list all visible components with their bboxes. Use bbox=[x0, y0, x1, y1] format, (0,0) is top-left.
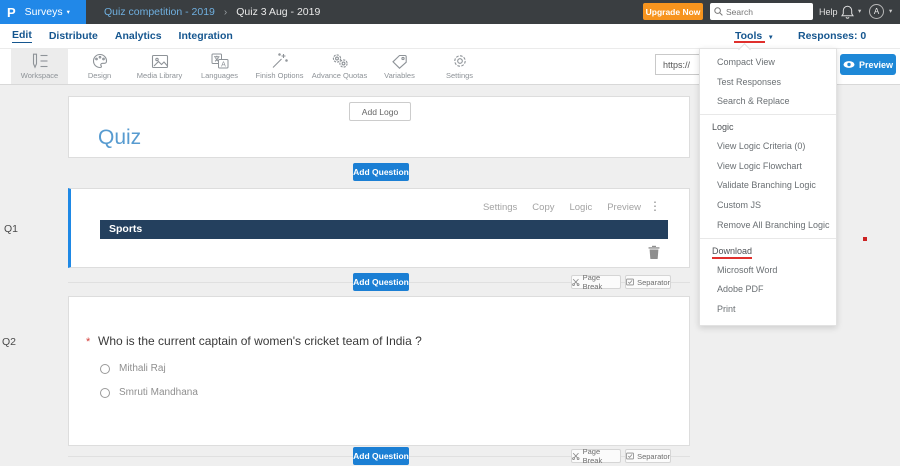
proprofs-logo-icon: P bbox=[7, 4, 16, 20]
question-preview-link[interactable]: Preview bbox=[607, 202, 641, 213]
chevron-down-icon: ▾ bbox=[66, 9, 70, 16]
magic-wand-icon bbox=[272, 53, 288, 68]
radio-button[interactable] bbox=[100, 387, 110, 398]
toolbar-item-media-library[interactable]: Media Library bbox=[131, 49, 188, 84]
tools-menu-button[interactable]: Tools ▾ bbox=[735, 24, 772, 48]
separator-button[interactable]: Separator bbox=[625, 275, 671, 289]
question-number-q2: Q2 bbox=[2, 336, 17, 348]
question-card-q2[interactable]: * Who is the current captain of women's … bbox=[68, 296, 690, 446]
add-question-button[interactable]: Add Question bbox=[353, 273, 409, 291]
main-nav-bar: Edit Distribute Analytics Integration To… bbox=[0, 24, 900, 48]
tag-icon bbox=[392, 54, 407, 69]
toolbar-item-languages[interactable]: A Languages bbox=[191, 49, 248, 84]
question-copy-link[interactable]: Copy bbox=[532, 202, 554, 213]
top-header-bar: P Surveys ▾ Quiz competition - 2019 › Qu… bbox=[0, 0, 900, 24]
tab-distribute[interactable]: Distribute bbox=[49, 24, 98, 48]
kebab-menu-icon[interactable]: ⋮ bbox=[649, 199, 661, 213]
svg-text:A: A bbox=[221, 61, 226, 68]
avatar[interactable]: A bbox=[869, 4, 884, 19]
answer-option-row: Mithali Raj bbox=[100, 363, 166, 374]
trash-icon[interactable] bbox=[648, 245, 660, 259]
search-input[interactable] bbox=[726, 6, 809, 17]
add-logo-button[interactable]: Add Logo bbox=[349, 102, 411, 121]
breadcrumb-current: Quiz 3 Aug - 2019 bbox=[236, 6, 321, 18]
menu-item-view-logic-criteria[interactable]: View Logic Criteria (0) bbox=[700, 137, 836, 157]
responses-count[interactable]: Responses: 0 bbox=[798, 24, 866, 48]
palette-icon bbox=[92, 53, 107, 69]
menu-divider bbox=[700, 237, 836, 239]
survey-title[interactable]: Quiz bbox=[98, 126, 141, 150]
checkbox-icon bbox=[626, 278, 634, 286]
help-link[interactable]: Help bbox=[819, 0, 838, 24]
menu-divider bbox=[700, 114, 836, 116]
toolbar-item-finish-options[interactable]: Finish Options bbox=[251, 49, 308, 84]
menu-item-validate-branching-logic[interactable]: Validate Branching Logic bbox=[700, 176, 836, 196]
menu-item-view-logic-flowchart[interactable]: View Logic Flowchart bbox=[700, 157, 836, 177]
menu-item-compact-view[interactable]: Compact View bbox=[700, 53, 836, 73]
tab-edit[interactable]: Edit bbox=[12, 24, 32, 48]
survey-header-card: Add Logo Quiz bbox=[68, 96, 690, 158]
add-question-button[interactable]: Add Question bbox=[353, 447, 409, 465]
question-card-q1[interactable]: Settings Copy Logic Preview ⋮ Sports bbox=[68, 188, 690, 268]
tab-analytics[interactable]: Analytics bbox=[115, 24, 162, 48]
section-title-bar[interactable]: Sports bbox=[100, 220, 668, 239]
toolbar-item-workspace[interactable]: Workspace bbox=[11, 49, 68, 84]
toolbar-item-settings[interactable]: Settings bbox=[431, 49, 488, 84]
chevron-down-icon[interactable]: ▾ bbox=[889, 0, 892, 24]
checkbox-icon bbox=[626, 452, 634, 460]
upgrade-now-button[interactable]: Upgrade Now bbox=[643, 3, 703, 20]
question-number-q1: Q1 bbox=[4, 223, 19, 235]
page-break-button[interactable]: Page Break bbox=[571, 447, 621, 465]
download-red-underline-annotation: Download bbox=[712, 245, 753, 259]
menu-item-custom-js[interactable]: Custom JS bbox=[700, 196, 836, 216]
breadcrumb-separator-icon: › bbox=[223, 6, 228, 18]
image-icon bbox=[151, 54, 168, 68]
search-icon bbox=[714, 7, 723, 16]
menu-section-logic: Logic bbox=[712, 122, 734, 133]
tools-red-underline-annotation bbox=[734, 41, 765, 43]
global-search bbox=[710, 3, 813, 20]
toolbar-item-variables[interactable]: Variables bbox=[371, 49, 428, 84]
red-dot-annotation bbox=[863, 237, 867, 241]
breadcrumb-parent[interactable]: Quiz competition - 2019 bbox=[104, 6, 215, 18]
menu-item-adobe-pdf[interactable]: Adobe PDF bbox=[700, 280, 836, 300]
gears-icon bbox=[332, 54, 348, 68]
add-question-button[interactable]: Add Question bbox=[353, 163, 409, 181]
tab-integration[interactable]: Integration bbox=[179, 24, 233, 48]
page-break-button[interactable]: Page Break bbox=[571, 273, 621, 291]
chevron-down-icon: ▾ bbox=[769, 34, 773, 41]
option-label: Smruti Mandhana bbox=[119, 387, 198, 398]
question-settings-link[interactable]: Settings bbox=[483, 202, 517, 213]
question-actions: Settings Copy Logic Preview bbox=[483, 202, 641, 213]
scissors-icon bbox=[572, 278, 580, 286]
tools-dropdown-menu: Compact View Test Responses Search & Rep… bbox=[699, 48, 837, 326]
eye-icon bbox=[843, 61, 855, 68]
product-switcher[interactable]: P Surveys ▾ bbox=[0, 0, 86, 24]
menu-item-search-replace[interactable]: Search & Replace bbox=[700, 92, 836, 112]
survey-builder-screen: P Surveys ▾ Quiz competition - 2019 › Qu… bbox=[0, 0, 900, 466]
toolbar-item-design[interactable]: Design bbox=[71, 49, 128, 84]
preview-button[interactable]: Preview bbox=[840, 54, 896, 75]
menu-item-remove-all-branching-logic[interactable]: Remove All Branching Logic bbox=[700, 216, 836, 236]
scissors-icon bbox=[572, 452, 580, 460]
required-asterisk: * bbox=[86, 336, 91, 348]
menu-item-test-responses[interactable]: Test Responses bbox=[700, 73, 836, 93]
breadcrumb: Quiz competition - 2019 › Quiz 3 Aug - 2… bbox=[104, 0, 320, 24]
toolbar-item-advance-quotas[interactable]: Advance Quotas bbox=[311, 49, 368, 84]
answer-option-row: Smruti Mandhana bbox=[100, 387, 198, 398]
chevron-down-icon[interactable]: ▾ bbox=[858, 0, 861, 24]
question-logic-link[interactable]: Logic bbox=[569, 202, 592, 213]
option-label: Mithali Raj bbox=[119, 363, 166, 374]
menu-item-microsoft-word[interactable]: Microsoft Word bbox=[700, 261, 836, 281]
gear-icon bbox=[453, 55, 466, 67]
menu-item-print[interactable]: Print bbox=[700, 300, 836, 320]
notifications-bell-icon[interactable] bbox=[841, 5, 854, 19]
question-text[interactable]: Who is the current captain of women's cr… bbox=[98, 334, 422, 348]
translate-icon: A bbox=[211, 53, 228, 69]
workspace-icon bbox=[32, 53, 48, 69]
menu-section-download: Download bbox=[700, 241, 836, 261]
radio-button[interactable] bbox=[100, 363, 110, 374]
app-name: Surveys bbox=[24, 6, 63, 18]
separator-button[interactable]: Separator bbox=[625, 449, 671, 463]
